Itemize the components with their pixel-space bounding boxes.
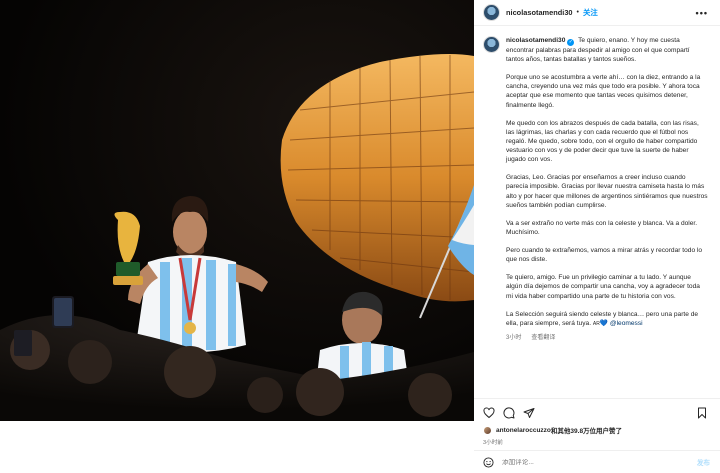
action-bar: antonelaroccuzzo 和其他39.8万位用户赞了 3小时前 xyxy=(474,398,720,446)
send-icon[interactable] xyxy=(523,407,535,419)
post-side-panel: nicolasotamendi30 • 关注 ••• nicolasotamen… xyxy=(474,0,720,473)
post-comment-button[interactable]: 发布 xyxy=(697,457,710,467)
caption-row: nicolasotamendi30 ✓ Te quiero, enano. Y h… xyxy=(483,36,708,343)
action-icons xyxy=(483,406,710,420)
post-photo xyxy=(0,0,474,421)
comment-icon[interactable] xyxy=(503,407,515,419)
liker-username[interactable]: antonelaroccuzzo xyxy=(496,427,551,434)
caption-paragraph-2: Porque uno se acostumbra a verte ahí… co… xyxy=(506,74,701,109)
heart-icon[interactable] xyxy=(483,407,495,419)
caption-time: 3小时 xyxy=(506,334,522,341)
bookmark-icon[interactable] xyxy=(696,407,708,419)
caption-meta: 3小时 查看翻译 xyxy=(506,334,708,343)
more-icon[interactable]: ••• xyxy=(696,8,708,18)
avatar[interactable] xyxy=(483,4,500,21)
caption-paragraph-3: Me quedo con los abrazos después de cada… xyxy=(506,119,699,164)
heart-emoji: 💙 xyxy=(599,319,609,327)
caption-paragraph-4: Gracias, Leo. Gracias por enseñarnos a c… xyxy=(506,174,708,209)
comment-box: 发布 xyxy=(474,450,720,473)
caption-paragraph-5: Va a ser extraño no verte más con la cel… xyxy=(506,219,698,236)
username-link[interactable]: nicolasotamendi30 xyxy=(506,8,573,17)
likes-summary: antonelaroccuzzo 和其他39.8万位用户赞了 xyxy=(483,425,710,435)
verified-badge-icon: ✓ xyxy=(567,39,575,46)
follow-button[interactable]: 关注 xyxy=(583,7,598,18)
post-header: nicolasotamendi30 • 关注 ••• xyxy=(474,0,720,26)
caption-paragraph-6: Pero cuando te extrañemos, vamos a mirar… xyxy=(506,247,703,264)
post-image[interactable] xyxy=(0,0,474,421)
comment-input[interactable] xyxy=(502,458,672,466)
caption-area[interactable]: nicolasotamendi30 ✓ Te quiero, enano. Y h… xyxy=(474,27,720,392)
caption-paragraph-8: La Selección seguirá siendo celeste y bl… xyxy=(506,310,708,329)
caption-paragraph-7: Te quiero, amigo. Fue un privilegio cami… xyxy=(506,274,700,300)
likes-count-text[interactable]: 和其他39.8万位用户赞了 xyxy=(551,425,622,435)
translate-link[interactable]: 查看翻译 xyxy=(531,335,555,341)
caption-username[interactable]: nicolasotamendi30 xyxy=(506,37,565,44)
post-time: 3小时前 xyxy=(483,440,503,446)
caption-avatar[interactable] xyxy=(483,36,500,53)
separator-dot: • xyxy=(576,9,579,16)
caption-body: nicolasotamendi30 ✓ Te quiero, enano. Y h… xyxy=(506,36,708,343)
flag-emoji: AR xyxy=(592,320,600,327)
mention-link[interactable]: @leomessi xyxy=(610,320,643,327)
liker-avatar[interactable] xyxy=(483,425,492,435)
emoji-icon[interactable] xyxy=(483,456,494,468)
